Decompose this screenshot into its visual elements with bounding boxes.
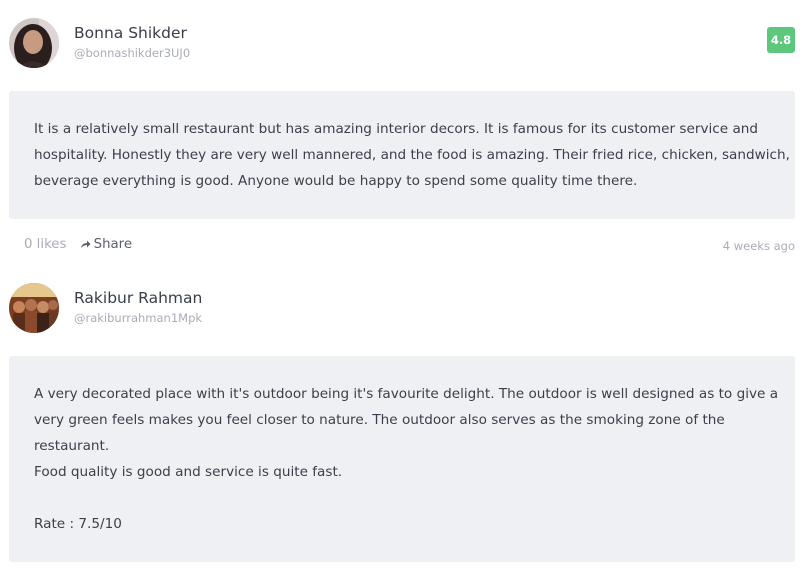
review-text-line xyxy=(34,485,774,511)
review-text-line: A very decorated place with it's outdoor… xyxy=(34,386,779,402)
review-card: Rakibur Rahman @rakiburrahman1Mpk A very… xyxy=(0,0,810,577)
avatar[interactable] xyxy=(9,283,59,333)
review-text-line: very green feels makes you feel closer t… xyxy=(34,412,725,428)
review-rate-line: Rate : 7.5/10 xyxy=(34,516,122,532)
reviewer-handle[interactable]: @rakiburrahman1Mpk xyxy=(74,311,202,325)
avatar-photo xyxy=(9,283,59,333)
review-text: A very decorated place with it's outdoor… xyxy=(34,381,779,537)
review-text-line: Food quality is good and service is quit… xyxy=(34,464,343,480)
review-text-line: restaurant. xyxy=(34,438,110,454)
reviewer-name[interactable]: Rakibur Rahman xyxy=(74,289,202,307)
review-body: A very decorated place with it's outdoor… xyxy=(9,356,795,562)
